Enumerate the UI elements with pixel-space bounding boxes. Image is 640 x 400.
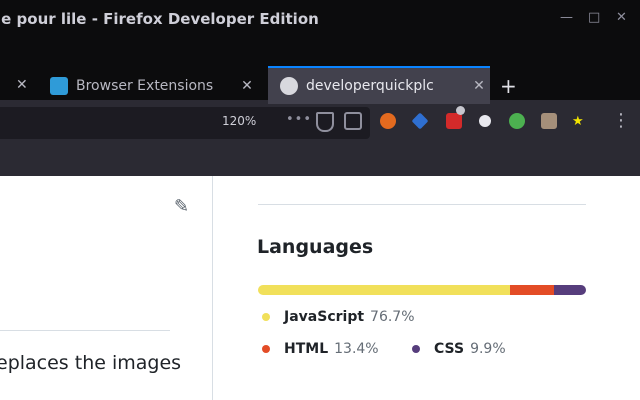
language-bar-segment-css: [553, 285, 586, 295]
page-favicon: [50, 77, 68, 95]
language-item-css[interactable]: CSS 9.9%: [412, 341, 506, 357]
minimize-icon[interactable]: —: [560, 10, 573, 25]
new-tab-button[interactable]: +: [500, 74, 517, 98]
language-name: HTML: [284, 341, 329, 357]
language-percent: 9.9%: [470, 341, 506, 357]
language-color-dot: [262, 313, 270, 321]
page-actions-icon[interactable]: •••: [286, 112, 312, 127]
language-bar-segment-javascript: [258, 285, 510, 295]
column-divider: [212, 176, 213, 400]
edit-pencil-icon[interactable]: ✎: [174, 196, 189, 217]
languages-heading: Languages: [257, 236, 374, 258]
divider: [0, 330, 170, 331]
extension-icon[interactable]: [541, 113, 557, 129]
language-bar: [258, 285, 586, 295]
window-title: le pour lile - Firefox Developer Edition: [0, 10, 319, 28]
language-item-html[interactable]: HTML 13.4%: [262, 341, 379, 357]
language-name: CSS: [434, 341, 465, 357]
extension-badge: [456, 106, 465, 115]
reader-view-icon[interactable]: [344, 112, 362, 130]
language-percent: 13.4%: [334, 341, 379, 357]
language-color-dot: [262, 345, 270, 353]
extension-icon[interactable]: ★: [572, 114, 584, 129]
page-favicon: [280, 77, 298, 95]
repo-description: eplaces the images: [0, 352, 182, 374]
hamburger-menu-icon[interactable]: ⋮: [612, 110, 630, 131]
language-percent: 76.7%: [370, 309, 415, 325]
zoom-indicator[interactable]: 120%: [222, 114, 256, 128]
divider: [258, 204, 586, 205]
tab-close-icon[interactable]: ✕: [236, 78, 258, 94]
extension-icon[interactable]: [446, 113, 462, 129]
url-bar[interactable]: [0, 107, 370, 139]
extension-icon[interactable]: [380, 113, 396, 129]
shield-icon[interactable]: [316, 112, 334, 132]
maximize-icon[interactable]: □: [588, 10, 600, 25]
tab-title: Browser Extensions: [76, 78, 214, 94]
language-item-javascript[interactable]: JavaScript 76.7%: [262, 309, 415, 325]
extension-icon[interactable]: [509, 113, 525, 129]
tab-title: developerquickplc: [306, 78, 434, 94]
extension-icon[interactable]: [479, 115, 491, 127]
tab-close-icon[interactable]: ✕: [468, 78, 490, 94]
tab-browser-extensions[interactable]: Browser Extensions ✕: [38, 68, 258, 104]
close-icon[interactable]: ✕: [616, 10, 627, 25]
tab-close-icon[interactable]: ✕: [16, 77, 28, 93]
bookmarks-toolbar: [0, 142, 640, 176]
language-name: JavaScript: [284, 309, 365, 325]
language-color-dot: [412, 345, 420, 353]
tab-active[interactable]: developerquickplc ✕: [268, 66, 490, 104]
language-bar-segment-html: [509, 285, 554, 295]
